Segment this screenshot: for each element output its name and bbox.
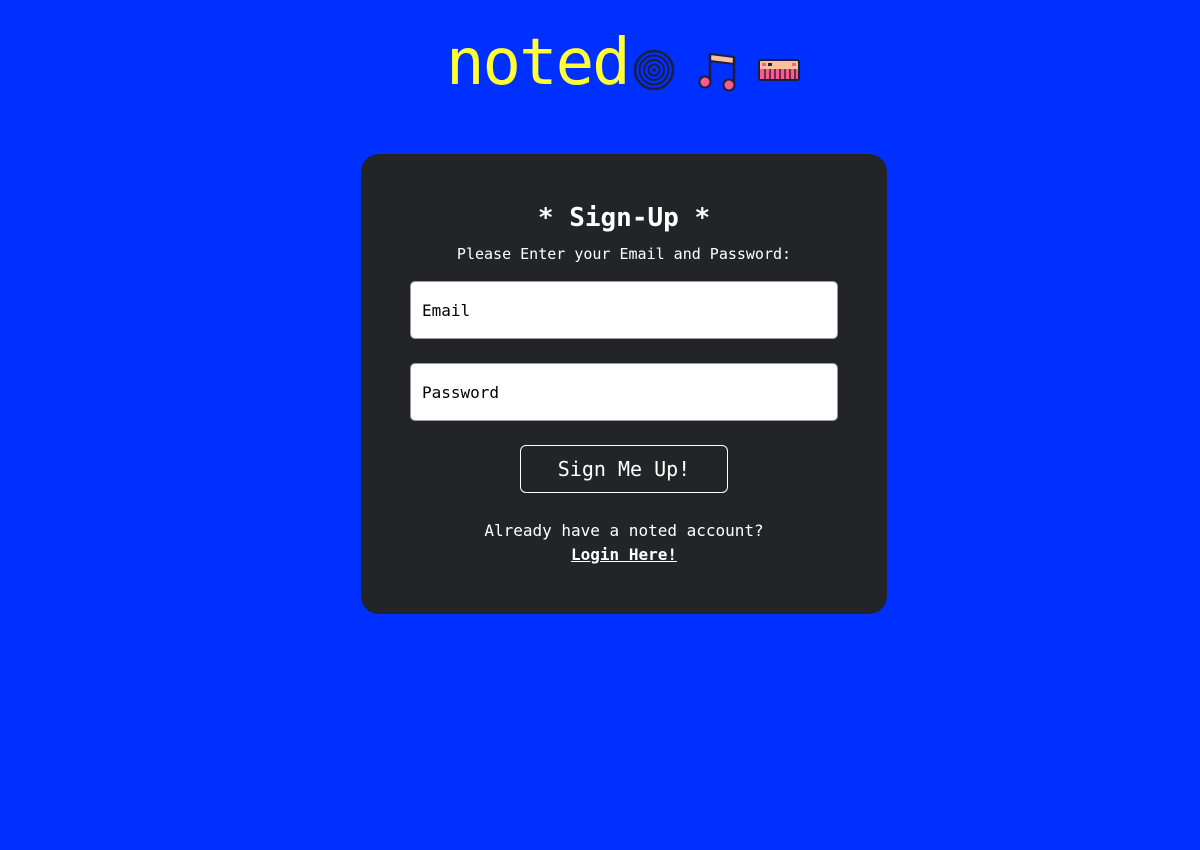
login-link-wrapper: Login Here! <box>361 544 887 566</box>
keyboard-icon <box>758 59 800 81</box>
login-prompt: Already have a noted account? <box>484 521 764 540</box>
brand-logo-text: noted <box>446 26 631 100</box>
header: noted <box>0 28 1200 98</box>
password-input[interactable] <box>410 363 838 421</box>
signup-title: * Sign-Up * <box>537 203 711 233</box>
sign-up-button[interactable]: Sign Me Up! <box>520 445 728 493</box>
signup-instructions: Please Enter your Email and Password: <box>456 245 792 263</box>
signup-card: * Sign-Up * Please Enter your Email and … <box>361 154 887 614</box>
vinyl-record-icon <box>633 49 675 91</box>
music-notes-icon <box>698 53 736 92</box>
login-link[interactable]: Login Here! <box>571 545 677 564</box>
email-input[interactable] <box>410 281 838 339</box>
